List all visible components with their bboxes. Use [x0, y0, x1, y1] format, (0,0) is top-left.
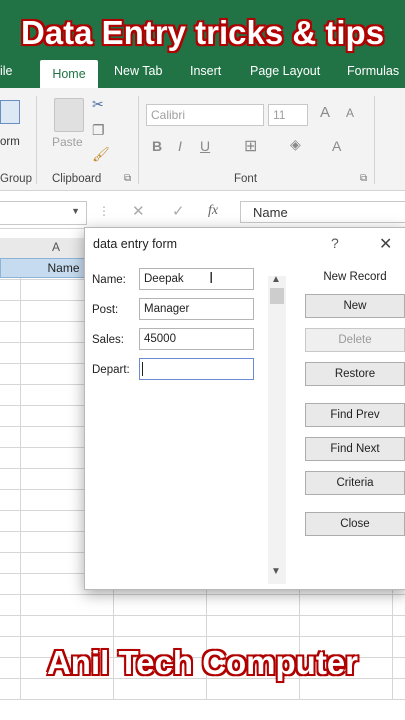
field-label-sales: Sales: — [92, 334, 124, 346]
menu-page-layout[interactable]: Page Layout — [250, 64, 320, 78]
increase-font-icon[interactable]: A — [320, 104, 330, 121]
copy-icon[interactable]: ❐ — [92, 122, 105, 139]
data-form-dialog: data entry form ? ✕ Name: Deepak I Post:… — [84, 227, 405, 590]
form-label: orm — [0, 136, 20, 148]
cut-icon[interactable]: ✂ — [92, 96, 104, 113]
record-status: New Record — [323, 271, 387, 283]
record-scrollbar[interactable] — [268, 276, 286, 584]
enter-icon[interactable]: ✓ — [172, 202, 185, 220]
column-a-header[interactable]: A — [52, 240, 60, 254]
caret — [142, 362, 143, 376]
help-icon[interactable]: ? — [331, 235, 339, 251]
scroll-up-icon[interactable]: ▲ — [271, 274, 281, 285]
more-icon: ⋮ — [98, 204, 110, 218]
fill-color-icon[interactable]: ◈ — [290, 136, 301, 153]
group-label-group: Group — [0, 173, 32, 185]
group-label-font: Font — [234, 173, 258, 185]
new-button[interactable]: New — [305, 294, 405, 318]
font-name-input[interactable]: Calibri — [146, 104, 264, 126]
name-box[interactable]: ▼ — [0, 201, 87, 225]
ribbon-separator — [138, 96, 139, 184]
post-field[interactable]: Manager — [139, 298, 254, 320]
fx-icon[interactable]: fx — [208, 203, 218, 219]
font-size-input[interactable]: 11 — [268, 104, 308, 126]
decrease-font-icon[interactable]: A — [346, 106, 354, 120]
underline-icon[interactable]: U — [200, 138, 210, 154]
find-next-button[interactable]: Find Next — [305, 437, 405, 461]
ribbon-separator — [374, 96, 375, 184]
italic-icon[interactable]: I — [178, 138, 182, 154]
field-label-depart: Depart: — [92, 364, 130, 376]
bottom-caption: Anil Tech Computer — [46, 643, 359, 682]
formula-input[interactable]: Name — [240, 201, 405, 223]
field-label-name: Name: — [92, 274, 126, 286]
depart-field[interactable] — [139, 358, 254, 380]
field-label-post: Post: — [92, 304, 119, 316]
dialog-launcher-icon[interactable]: ⧉ — [124, 173, 131, 184]
text-cursor-icon: I — [209, 270, 214, 287]
name-field[interactable]: Deepak — [139, 268, 254, 290]
cancel-icon[interactable]: ✕ — [132, 202, 145, 220]
chevron-down-icon[interactable]: ▼ — [71, 206, 80, 216]
delete-button[interactable]: Delete — [305, 328, 405, 352]
border-icon[interactable]: ⊞ — [244, 136, 257, 156]
paste-icon[interactable] — [54, 98, 84, 132]
close-button[interactable]: Close — [305, 512, 405, 536]
sales-field[interactable]: 45000 — [139, 328, 254, 350]
restore-button[interactable]: Restore — [305, 362, 405, 386]
close-icon[interactable]: ✕ — [379, 234, 392, 254]
scroll-thumb[interactable] — [270, 288, 284, 304]
form-icon[interactable] — [0, 100, 20, 124]
criteria-button[interactable]: Criteria — [305, 471, 405, 495]
format-painter-icon[interactable]: 🖌 — [92, 146, 110, 163]
group-label-clipboard: Clipboard — [52, 173, 102, 185]
menu-insert[interactable]: Insert — [190, 64, 221, 78]
menu-formulas[interactable]: Formulas — [347, 64, 399, 78]
bottom-band — [0, 700, 405, 720]
menu-file[interactable]: ile — [0, 64, 13, 78]
font-color-icon[interactable]: A — [332, 138, 341, 154]
top-caption: Data Entry tricks & tips — [20, 13, 385, 52]
ribbon-separator — [36, 96, 37, 184]
paste-label[interactable]: Paste — [52, 135, 83, 149]
menu-home[interactable]: Home — [40, 60, 98, 88]
bold-icon[interactable]: B — [152, 138, 162, 154]
find-prev-button[interactable]: Find Prev — [305, 403, 405, 427]
menu-new-tab[interactable]: New Tab — [114, 64, 162, 78]
dialog-launcher-icon[interactable]: ⧉ — [360, 173, 367, 184]
scroll-down-icon[interactable]: ▼ — [271, 566, 281, 577]
dialog-title: data entry form — [93, 237, 178, 251]
